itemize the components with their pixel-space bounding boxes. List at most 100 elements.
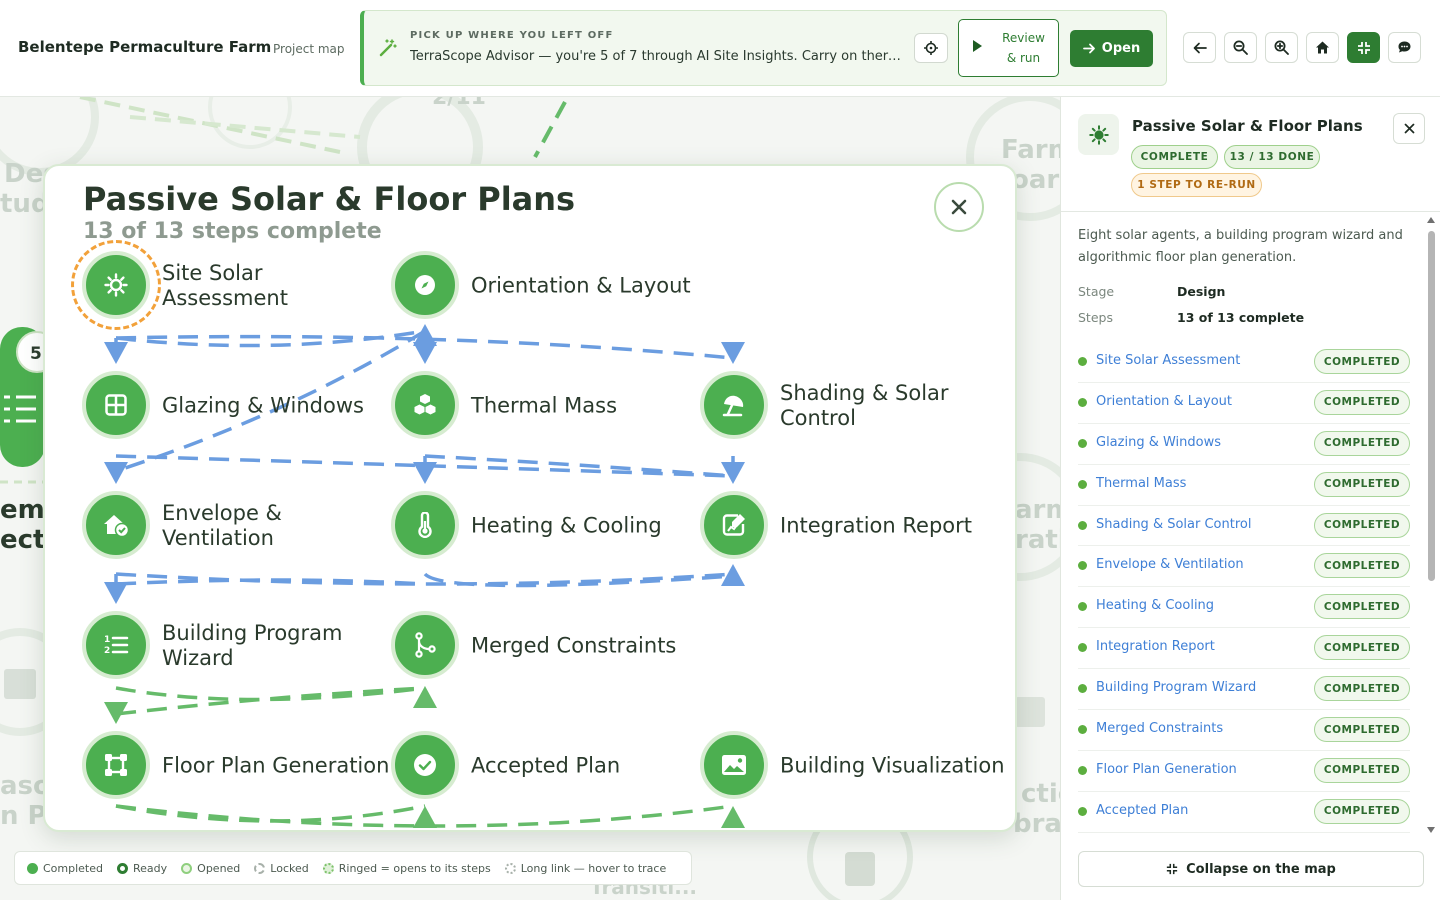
completed-dot-icon xyxy=(27,862,38,874)
list-item[interactable]: Orientation & Layout COMPLETED xyxy=(1078,383,1410,424)
status-badge: COMPLETED xyxy=(1314,512,1410,538)
status-badge: COMPLETED xyxy=(1314,635,1410,661)
collapse-on-map-button[interactable]: Collapse on the map xyxy=(1078,851,1424,887)
step-node-label: Heating & Cooling xyxy=(471,513,662,538)
status-dot-icon xyxy=(1078,643,1087,653)
status-badge: COMPLETED xyxy=(1314,676,1410,702)
numbered-list-icon: 12 xyxy=(104,635,129,656)
back-button[interactable] xyxy=(1183,32,1216,63)
merge-icon xyxy=(415,632,436,658)
step-node-building-program-wizard[interactable]: 12 Building Program Wizard xyxy=(82,611,382,681)
ringed-dot-icon xyxy=(322,862,334,874)
close-icon xyxy=(1404,123,1414,134)
step-node-label: Envelope & Ventilation xyxy=(162,501,282,550)
home-icon xyxy=(1316,41,1329,54)
step-node-envelope-ventilation[interactable]: Envelope & Ventilation xyxy=(82,491,382,561)
legend-ready: Ready xyxy=(117,862,167,875)
step-node-site-solar-assessment[interactable]: Site Solar Assessment xyxy=(71,240,382,330)
list-item[interactable]: Shading & Solar Control COMPLETED xyxy=(1078,506,1410,547)
bg-label: bran xyxy=(1013,809,1060,839)
magic-wand-icon xyxy=(378,38,398,62)
status-dot-icon xyxy=(1078,561,1087,571)
locate-button[interactable] xyxy=(914,33,948,63)
status-badge-rerun: 1 STEP TO RE-RUN xyxy=(1131,173,1262,197)
panel-scrollbar[interactable] xyxy=(1427,215,1435,835)
step-node-shading-solar-control[interactable]: Shading & Solar Control xyxy=(700,371,1000,441)
list-item[interactable]: Heating & Cooling COMPLETED xyxy=(1078,587,1410,629)
bg-label: Farm xyxy=(1001,135,1060,165)
locked-dot-icon xyxy=(254,862,266,874)
list-item[interactable]: Building Program Wizard COMPLETED xyxy=(1078,669,1410,711)
bg-label: rati xyxy=(1015,525,1060,555)
step-list: Site Solar Assessment COMPLETED Orientati… xyxy=(1078,342,1410,833)
open-label: Open xyxy=(1101,41,1141,56)
crosshair-icon xyxy=(924,41,938,55)
review-label-line1: Review xyxy=(1002,31,1045,45)
back-arrow-icon xyxy=(1193,42,1207,53)
collapse-on-map-label: Collapse on the map xyxy=(1186,861,1336,877)
bg-label: 2/11 xyxy=(432,97,486,110)
collapse-view-button[interactable] xyxy=(1347,32,1380,63)
blocks-icon xyxy=(414,394,436,415)
step-node-label: Integration Report xyxy=(780,513,973,538)
step-node-building-visualization[interactable]: Building Visualization xyxy=(700,731,1005,801)
house-check-icon xyxy=(104,515,130,538)
svg-text:5: 5 xyxy=(30,344,42,364)
list-item[interactable]: Floor Plan Generation COMPLETED xyxy=(1078,751,1410,792)
report-icon xyxy=(722,514,745,536)
step-node-glazing-windows[interactable]: Glazing & Windows xyxy=(82,371,382,441)
frame-icon xyxy=(105,754,127,776)
zoom-in-button[interactable] xyxy=(1265,32,1298,63)
home-button[interactable] xyxy=(1306,32,1339,63)
list-item[interactable]: Glazing & Windows COMPLETED xyxy=(1078,424,1410,465)
list-item[interactable]: Accepted Plan COMPLETED xyxy=(1078,792,1410,833)
legend-long-link: Long link — hover to trace xyxy=(504,862,666,875)
status-dot-icon xyxy=(1078,725,1087,735)
zoom-out-button[interactable] xyxy=(1224,32,1257,63)
status-badge: COMPLETED xyxy=(1314,389,1410,415)
step-node-heating-cooling[interactable]: Heating & Cooling xyxy=(391,491,691,561)
step-node-thermal-mass[interactable]: Thermal Mass xyxy=(391,371,691,441)
svg-text:1: 1 xyxy=(104,635,110,645)
legend-locked: Locked xyxy=(254,862,309,875)
status-badge: COMPLETED xyxy=(1314,553,1410,579)
step-node-integration-report[interactable]: Integration Report xyxy=(700,491,1000,561)
step-node-label: Floor Plan Generation xyxy=(162,753,390,778)
list-item[interactable]: Site Solar Assessment COMPLETED xyxy=(1078,342,1410,383)
list-item[interactable]: Merged Constraints COMPLETED xyxy=(1078,710,1410,751)
steps-row: Steps 13 of 13 complete xyxy=(1078,310,1305,325)
list-item[interactable]: Envelope & Ventilation COMPLETED xyxy=(1078,546,1410,588)
stage-side-panel: Passive Solar & Floor Plans COMPLETE 13 … xyxy=(1060,97,1440,900)
arrow-right-icon xyxy=(1082,43,1095,54)
scrollbar-thumb[interactable] xyxy=(1428,231,1435,581)
status-dot-icon xyxy=(1078,357,1087,366)
step-node-floor-plan-generation[interactable]: Floor Plan Generation xyxy=(82,731,389,801)
resume-banner: PICK UP WHERE YOU LEFT OFF TerraScope Ad… xyxy=(360,10,1167,86)
review-and-run-button[interactable]: Review & run xyxy=(958,19,1059,77)
list-item[interactable]: Integration Report COMPLETED xyxy=(1078,628,1410,670)
step-node-orientation-layout[interactable]: Orientation & Layout xyxy=(391,251,691,321)
chat-button[interactable] xyxy=(1388,32,1421,63)
step-node-label: Building Program Wizard xyxy=(162,621,343,670)
zoom-in-icon xyxy=(1274,40,1289,55)
step-node-accepted-plan[interactable]: Accepted Plan xyxy=(391,731,691,801)
panel-close-button[interactable] xyxy=(1393,113,1425,144)
stage-icon-badge xyxy=(1078,114,1119,155)
step-node-label: Glazing & Windows xyxy=(162,393,364,418)
stage-description: Eight solar agents, a building program w… xyxy=(1078,228,1403,265)
stage-row: Stage Design xyxy=(1078,284,1226,299)
status-dot-icon xyxy=(1078,765,1087,775)
bg-label: arm xyxy=(1015,495,1060,525)
bg-label: oard xyxy=(1011,165,1060,195)
status-badge-complete: COMPLETE xyxy=(1131,145,1218,169)
step-node-merged-constraints[interactable]: Merged Constraints xyxy=(391,611,691,681)
chat-icon xyxy=(1398,41,1411,53)
status-badge-done-count: 13 / 13 DONE xyxy=(1224,145,1320,169)
list-item[interactable]: Thermal Mass COMPLETED xyxy=(1078,465,1410,506)
status-badge: COMPLETED xyxy=(1314,757,1410,783)
sun-icon xyxy=(104,273,128,297)
status-badge: COMPLETED xyxy=(1314,594,1410,620)
window-icon xyxy=(105,394,127,416)
resume-kicker: PICK UP WHERE YOU LEFT OFF xyxy=(410,30,614,41)
open-button[interactable]: Open xyxy=(1070,30,1153,67)
